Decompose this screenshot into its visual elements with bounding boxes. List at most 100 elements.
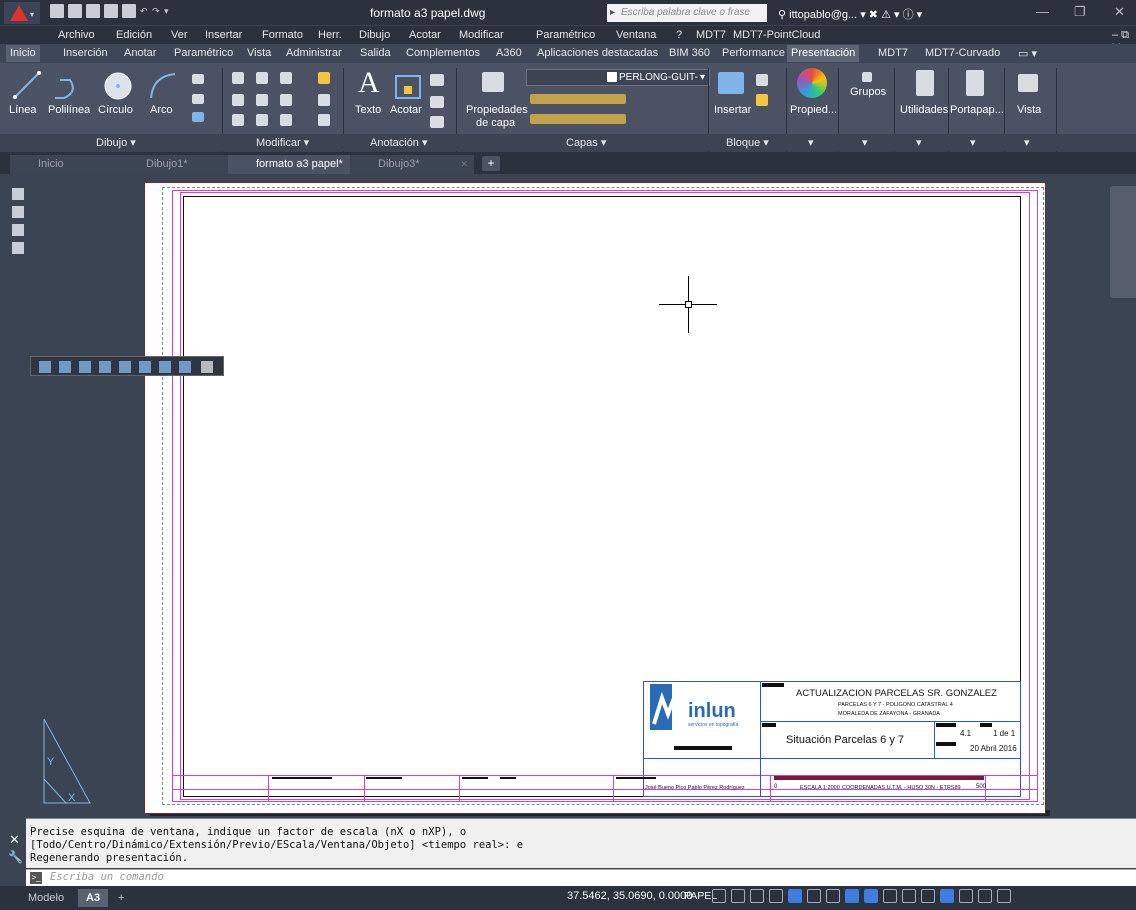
tab-presentacion[interactable]: Presentación bbox=[787, 45, 860, 62]
linear-dim-icon[interactable] bbox=[430, 74, 444, 86]
user-signin[interactable]: ⚲ ittopablo@g... ▾ ✖ ⚠ ▾ ⓘ ▾ bbox=[778, 6, 922, 22]
toolbar-tool-icon[interactable] bbox=[179, 361, 191, 373]
menu-formato[interactable]: Formato bbox=[262, 29, 303, 41]
toolbar-tool-icon[interactable] bbox=[159, 361, 171, 373]
copy-icon[interactable] bbox=[232, 94, 244, 106]
move-icon[interactable] bbox=[232, 72, 244, 84]
stretch-icon[interactable] bbox=[232, 114, 244, 126]
restore-button[interactable]: ❐ bbox=[1074, 4, 1086, 20]
new-tab-button[interactable]: + bbox=[482, 156, 500, 171]
close-command-line-icon[interactable]: ✕ bbox=[9, 832, 20, 848]
close-button[interactable]: ✕ bbox=[1114, 4, 1125, 20]
table-icon[interactable] bbox=[430, 116, 444, 128]
toolbar-tool-icon[interactable] bbox=[79, 361, 91, 373]
layer-dropdown[interactable]: PERLONG-GUIT- bbox=[526, 69, 710, 86]
menu-help[interactable]: ? bbox=[676, 29, 682, 41]
navigation-bar[interactable] bbox=[1110, 186, 1136, 298]
menu-ventana[interactable]: Ventana bbox=[616, 29, 656, 41]
rotate-icon[interactable] bbox=[256, 72, 268, 84]
exchange-icon[interactable]: ▾ ✖ ⚠ ▾ bbox=[860, 9, 899, 21]
toolbar-tool-icon[interactable] bbox=[99, 361, 111, 373]
propiedades-button[interactable]: Propied... bbox=[790, 104, 837, 116]
tab-a360[interactable]: A360 bbox=[496, 47, 522, 59]
panel-vista[interactable]: ▾ bbox=[1024, 136, 1030, 149]
erase-icon[interactable] bbox=[318, 72, 330, 84]
trim-icon[interactable] bbox=[280, 72, 292, 84]
lineweight-toggle-icon[interactable] bbox=[826, 889, 840, 903]
palette-tool-icon[interactable] bbox=[12, 206, 24, 218]
rectangle-icon[interactable] bbox=[192, 74, 204, 84]
tab-mdt7[interactable]: MDT7 bbox=[878, 47, 908, 59]
hatch-icon[interactable] bbox=[192, 94, 204, 104]
menu-ver[interactable]: Ver bbox=[171, 29, 188, 41]
plus-icon[interactable] bbox=[902, 889, 916, 903]
qat-more-icon[interactable]: ▾ bbox=[164, 4, 172, 18]
linea-button[interactable]: Línea bbox=[9, 104, 37, 116]
panel-dibujo[interactable]: Dibujo ▾ bbox=[96, 136, 136, 149]
fillet-icon[interactable] bbox=[280, 94, 292, 106]
search-input[interactable]: Escriba palabra clave o frase bbox=[607, 4, 767, 22]
array-icon[interactable] bbox=[280, 114, 292, 126]
menu-parametrico[interactable]: Paramétrico bbox=[536, 29, 595, 41]
propiedades-capa-label-2[interactable]: de capa bbox=[476, 117, 515, 129]
print-icon[interactable] bbox=[122, 4, 136, 18]
new-file-icon[interactable] bbox=[50, 4, 64, 18]
panel-capas[interactable]: Capas ▾ bbox=[566, 136, 606, 149]
menu-edicion[interactable]: Edición bbox=[116, 29, 152, 41]
circulo-button[interactable]: Círculo bbox=[98, 104, 133, 116]
acotar-button[interactable]: Acotar bbox=[390, 104, 422, 116]
panel-grupos[interactable]: ▾ bbox=[862, 136, 868, 149]
customize-menu-icon[interactable] bbox=[997, 889, 1011, 903]
file-tab-dibujo3[interactable]: Dibujo3* ✕ bbox=[350, 155, 474, 174]
help-icon[interactable]: ⓘ ▾ bbox=[903, 9, 923, 21]
file-tab-dibujo1[interactable]: Dibujo1*✕ bbox=[118, 155, 242, 174]
polar-toggle-icon[interactable] bbox=[769, 889, 783, 903]
osnap-toggle-icon[interactable] bbox=[788, 889, 802, 903]
tab-bim360[interactable]: BIM 360 bbox=[669, 47, 710, 59]
mirror-icon[interactable] bbox=[256, 94, 268, 106]
panel-bloque[interactable]: Bloque ▾ bbox=[726, 136, 769, 149]
panel-anotacion[interactable]: Anotación ▾ bbox=[370, 136, 428, 149]
annotation-scale-icon[interactable] bbox=[845, 889, 859, 903]
tab-salida[interactable]: Salida bbox=[360, 47, 391, 59]
workspace-gear-icon[interactable] bbox=[883, 889, 897, 903]
panel-portapapeles[interactable]: ▾ bbox=[970, 136, 976, 149]
polilinea-button[interactable]: Polilínea bbox=[48, 104, 90, 116]
offset-icon[interactable] bbox=[318, 114, 330, 126]
vista-button[interactable]: Vista bbox=[1017, 104, 1041, 116]
toolbar-tool-icon[interactable] bbox=[201, 361, 213, 373]
menu-mdt7-pointcloud[interactable]: MDT7-PointCloud bbox=[733, 29, 820, 41]
menu-archivo[interactable]: Archivo bbox=[58, 29, 95, 41]
tab-insercion[interactable]: Inserción bbox=[63, 47, 108, 59]
palette-tool-icon[interactable] bbox=[12, 224, 24, 236]
menu-acotar[interactable]: Acotar bbox=[409, 29, 441, 41]
tab-mdt7-curvado[interactable]: MDT7-Curvado bbox=[925, 47, 1000, 59]
portapapeles-button[interactable]: Portapap... bbox=[950, 104, 1004, 116]
tab-complementos[interactable]: Complementos bbox=[406, 47, 480, 59]
tab-layout-a3[interactable]: A3 bbox=[78, 889, 109, 907]
units-icon[interactable] bbox=[921, 889, 935, 903]
explode-icon[interactable] bbox=[318, 94, 330, 106]
toolbar-tool-icon[interactable] bbox=[59, 361, 71, 373]
menu-herr[interactable]: Herr. bbox=[318, 29, 342, 41]
tab-parametrico[interactable]: Paramétrico bbox=[174, 47, 233, 59]
toolbar-tool-icon[interactable] bbox=[39, 361, 51, 373]
tab-anotar[interactable]: Anotar bbox=[124, 47, 156, 59]
edit-block-icon[interactable] bbox=[756, 94, 768, 106]
tab-model[interactable]: Modelo bbox=[20, 889, 72, 907]
save-as-icon[interactable] bbox=[104, 4, 118, 18]
scale-icon[interactable] bbox=[256, 114, 268, 126]
clean-screen-icon[interactable] bbox=[978, 889, 992, 903]
application-menu-button[interactable]: ▾ bbox=[4, 2, 40, 24]
isolate-objects-icon[interactable] bbox=[940, 889, 954, 903]
panel-utilidades[interactable]: ▾ bbox=[916, 136, 922, 149]
texto-button[interactable]: Texto bbox=[355, 104, 381, 116]
annotation-visibility-icon[interactable] bbox=[864, 889, 878, 903]
redo-icon[interactable]: ↷ bbox=[152, 4, 160, 18]
otrack-toggle-icon[interactable] bbox=[807, 889, 821, 903]
menu-dibujo[interactable]: Dibujo bbox=[359, 29, 390, 41]
save-icon[interactable] bbox=[86, 4, 100, 18]
open-file-icon[interactable] bbox=[68, 4, 82, 18]
command-input[interactable]: >_ Escriba un comando bbox=[26, 869, 1136, 886]
arco-button[interactable]: Arco bbox=[150, 104, 173, 116]
